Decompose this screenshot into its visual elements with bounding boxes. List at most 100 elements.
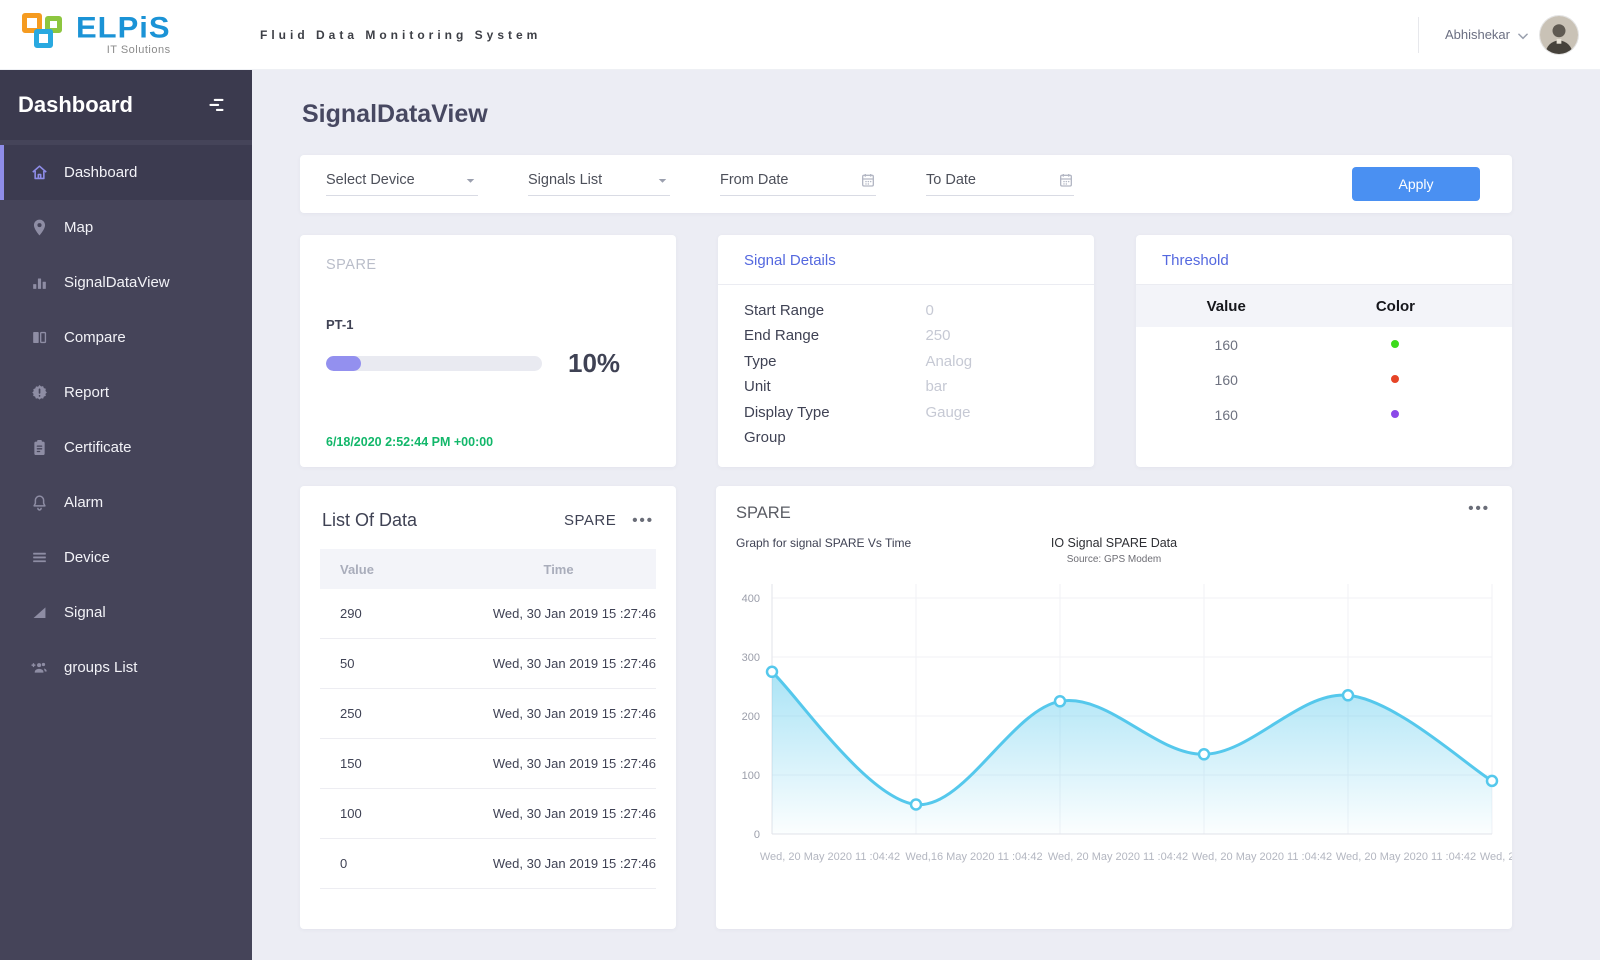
top-header: ELPiS IT Solutions Fluid Data Monitoring… xyxy=(0,0,1600,70)
sidebar-item-label: Signal xyxy=(64,604,106,621)
chart-main-title: IO Signal SPARE Data xyxy=(1050,536,1178,550)
sidebar-item-signal[interactable]: Signal xyxy=(0,585,252,640)
brand-logo: ELPiS IT Solutions xyxy=(0,10,252,57)
svg-text:Wed, 20 May 2020 11 :04:42: Wed, 20 May 2020 11 :04:42 xyxy=(1192,851,1332,863)
map-pin-icon xyxy=(30,218,49,237)
page-title: SignalDataView xyxy=(302,100,488,128)
from-date-field[interactable]: From Date xyxy=(720,172,876,196)
spare-gauge-card: SPARE PT-1 10% 6/18/2020 2:52:44 PM +00:… xyxy=(300,235,676,467)
list-signal-name: SPARE xyxy=(563,512,617,529)
last-updated-timestamp: 6/18/2020 2:52:44 PM +00:00 xyxy=(326,435,494,449)
signal-details-list: Start Range 0 End Range 250 Type Analog Unit ba… xyxy=(718,285,1094,463)
detail-row: Start Range 0 xyxy=(744,298,1068,323)
svg-text:Wed,16 May 2020 11 :04:42: Wed,16 May 2020 11 :04:42 xyxy=(905,851,1042,863)
signal-details-card: Signal Details Start Range 0 End Range 250 T… xyxy=(718,235,1094,467)
threshold-row: 160 xyxy=(1136,362,1512,397)
detail-value: Analog xyxy=(925,352,973,370)
chevron-down-icon xyxy=(463,173,478,188)
list-col-time: Time xyxy=(543,561,574,577)
apply-button[interactable]: Apply xyxy=(1352,167,1480,201)
sidebar-item-label: Compare xyxy=(64,329,126,346)
detail-label: Type xyxy=(744,352,777,370)
sidebar-item-signaldataview[interactable]: SignalDataView xyxy=(0,255,252,310)
sidebar-item-groups-list[interactable]: groups List xyxy=(0,640,252,695)
detail-label: Display Type xyxy=(744,403,830,421)
more-options-icon[interactable]: ••• xyxy=(1468,501,1490,516)
threshold-row: 160 xyxy=(1136,397,1512,432)
detail-row: Display Type Gauge xyxy=(744,400,1068,425)
list-of-data-title: List Of Data xyxy=(322,510,418,530)
threshold-color-ring xyxy=(1391,340,1400,349)
svg-text:200: 200 xyxy=(742,711,760,723)
certificate-icon xyxy=(30,438,49,457)
table-row: 50 Wed, 30 Jan 2019 15 :27:46 xyxy=(320,639,656,689)
row-value: 150 xyxy=(340,756,362,771)
bar-chart-icon xyxy=(30,273,49,292)
list-col-value: Value xyxy=(340,561,374,577)
signal-details-title: Signal Details xyxy=(744,252,836,269)
threshold-value: 160 xyxy=(1214,406,1238,423)
sidebar-item-alarm[interactable]: Alarm xyxy=(0,475,252,530)
sidebar: Dashboard Dashboard Map SignalDataView Comp… xyxy=(0,70,252,960)
sidebar-item-label: Alarm xyxy=(64,494,104,511)
signals-list-placeholder: Signals List xyxy=(528,172,603,188)
row-value: 250 xyxy=(340,706,362,721)
sidebar-item-label: Device xyxy=(64,549,110,566)
to-date-field[interactable]: To Date xyxy=(926,172,1074,196)
progress-bar xyxy=(326,356,542,371)
user-avatar[interactable] xyxy=(1540,15,1578,54)
svg-text:300: 300 xyxy=(742,652,760,664)
calendar-icon xyxy=(1058,172,1074,188)
app-title: Fluid Data Monitoring System xyxy=(260,27,542,42)
row-time: Wed, 30 Jan 2019 15 :27:46 xyxy=(492,656,656,671)
row-value: 0 xyxy=(340,856,348,871)
table-row: 250 Wed, 30 Jan 2019 15 :27:46 xyxy=(320,689,656,739)
sidebar-item-label: Certificate xyxy=(64,439,132,456)
detail-row: Unit bar xyxy=(744,374,1068,399)
select-device-dropdown[interactable]: Select Device xyxy=(326,172,478,196)
list-table-header: Value Time xyxy=(320,549,656,589)
sidebar-toggle-icon[interactable] xyxy=(204,92,230,118)
detail-value: bar xyxy=(925,378,948,396)
chevron-down-icon xyxy=(655,173,670,188)
detail-label: Unit xyxy=(744,378,771,396)
svg-text:0: 0 xyxy=(754,829,760,841)
detail-label: End Range xyxy=(744,327,820,345)
brand-name: ELPiS xyxy=(76,10,171,44)
sidebar-title: Dashboard xyxy=(18,92,133,117)
threshold-table-header: Value Color xyxy=(1136,285,1512,327)
threshold-value: 160 xyxy=(1214,336,1238,353)
detail-value: 0 xyxy=(925,302,934,319)
signals-list-dropdown[interactable]: Signals List xyxy=(528,172,670,196)
threshold-col-value: Value xyxy=(1206,297,1246,315)
svg-text:Wed, 20 May 2020 11 :04:42: Wed, 20 May 2020 11 :04:42 xyxy=(1336,851,1476,863)
select-device-placeholder: Select Device xyxy=(326,172,415,188)
threshold-row: 160 xyxy=(1136,327,1512,362)
progress-percent-value: 10% xyxy=(568,348,621,378)
chevron-down-icon[interactable] xyxy=(1516,29,1530,43)
row-value: 50 xyxy=(340,656,355,671)
threshold-value: 160 xyxy=(1214,371,1238,388)
user-name[interactable]: Abhishekar xyxy=(1445,27,1510,42)
row-value: 290 xyxy=(340,606,362,621)
sidebar-item-device[interactable]: Device xyxy=(0,530,252,585)
brand-tagline: IT Solutions xyxy=(106,43,171,56)
svg-text:100: 100 xyxy=(742,770,760,782)
list-table-body: 290 Wed, 30 Jan 2019 15 :27:46 50 Wed, 30 J… xyxy=(320,589,656,889)
sidebar-item-label: SignalDataView xyxy=(64,274,170,291)
to-date-placeholder: To Date xyxy=(926,172,976,188)
more-options-icon[interactable]: ••• xyxy=(632,513,654,528)
filter-bar: Select Device Signals List From Date To … xyxy=(300,155,1512,213)
chart-source-label: Source: GPS Modem xyxy=(1066,554,1162,565)
header-divider xyxy=(1417,16,1419,53)
sidebar-item-certificate[interactable]: Certificate xyxy=(0,420,252,475)
svg-text:Wed, 20 May 2020 11 :04:42: Wed, 20 May 2020 11 :04:42 xyxy=(760,851,900,863)
sidebar-item-dashboard[interactable]: Dashboard xyxy=(0,145,252,200)
group-add-icon xyxy=(30,658,49,677)
detail-row: Type Analog xyxy=(744,349,1068,374)
sidebar-item-report[interactable]: Report xyxy=(0,365,252,420)
spare-card-title: SPARE xyxy=(326,257,377,273)
sidebar-item-compare[interactable]: Compare xyxy=(0,310,252,365)
sidebar-item-map[interactable]: Map xyxy=(0,200,252,255)
svg-text:400: 400 xyxy=(742,593,760,605)
